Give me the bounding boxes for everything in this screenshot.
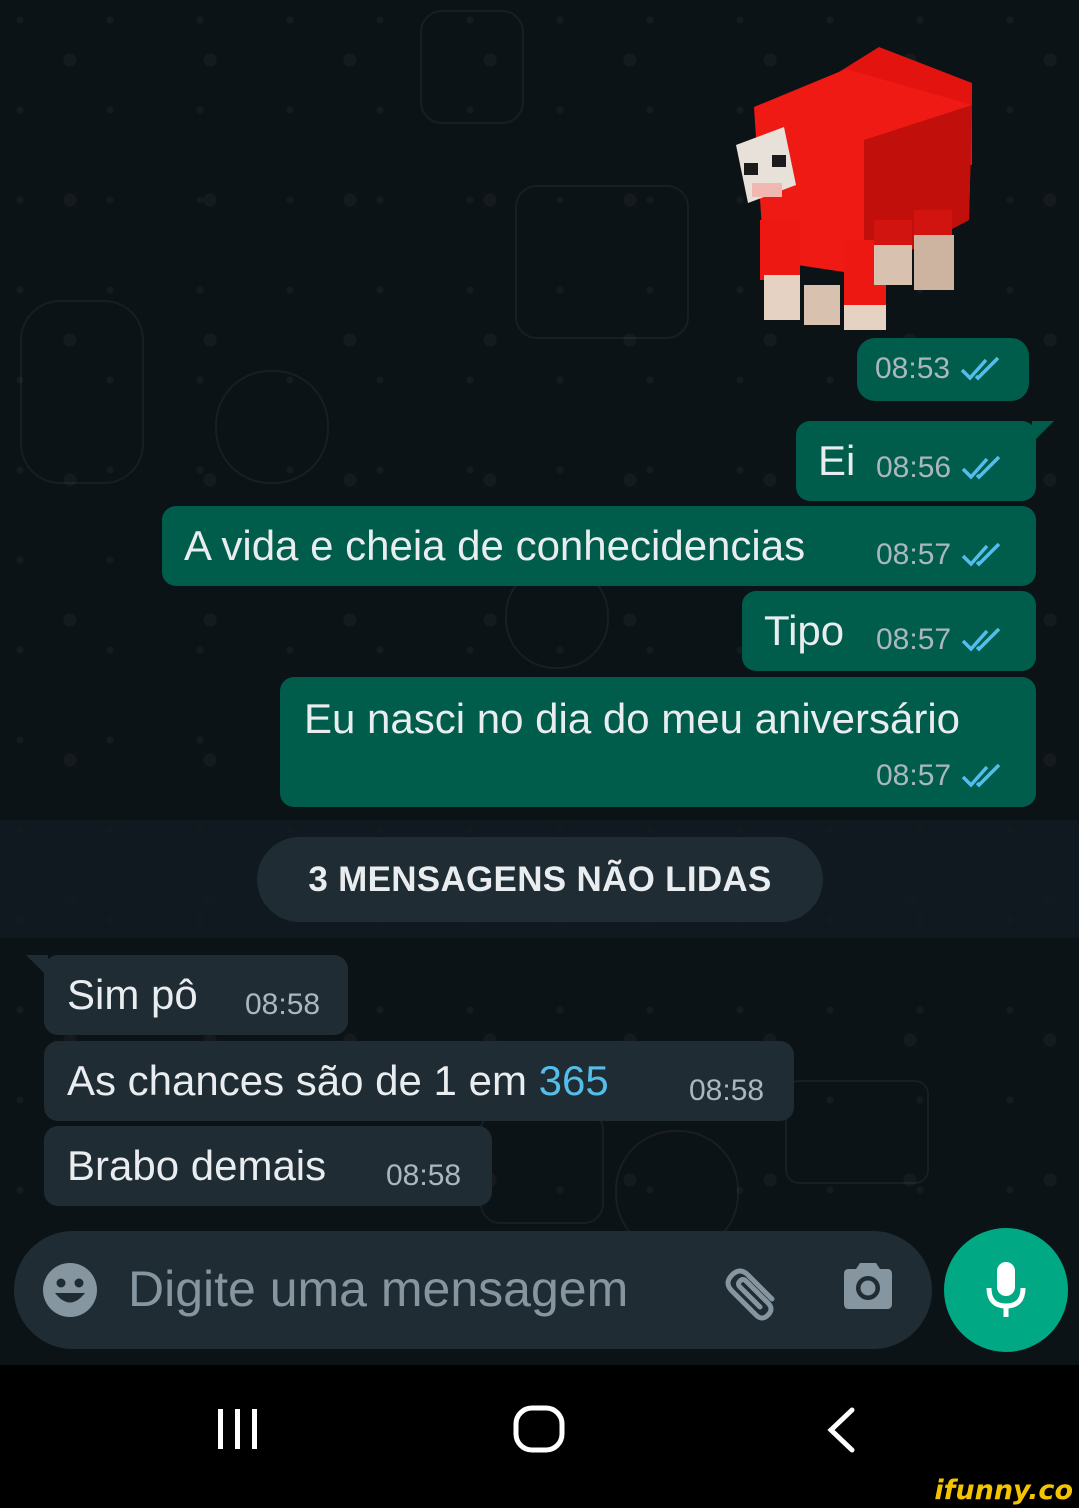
message-time: 08:57 — [876, 623, 952, 656]
incoming-message[interactable]: Sim pô 08:58 — [26, 955, 348, 1035]
mic-icon — [986, 1262, 1026, 1317]
message-text: Eu nasci no dia do meu aniversário — [304, 695, 961, 742]
watermark: ifunny.co — [934, 1475, 1073, 1506]
message-text: Brabo demais — [67, 1142, 327, 1189]
doodle-backpack — [20, 300, 144, 484]
message-time: 08:58 — [386, 1159, 462, 1192]
read-ticks-icon — [961, 455, 1001, 480]
doodle-clock — [785, 1080, 929, 1184]
incoming-message[interactable]: Brabo demais 08:58 — [44, 1126, 492, 1206]
doodle-phone — [420, 10, 524, 124]
bubble-tail — [1032, 421, 1054, 443]
phone-number-link[interactable]: 365 — [539, 1057, 609, 1104]
camera-icon[interactable] — [840, 1260, 896, 1312]
outgoing-message[interactable]: Eu nasci no dia do meu aniversário 08:57 — [280, 677, 1036, 807]
message-time: 08:57 — [876, 538, 952, 571]
message-text: As chances são de 1 em — [67, 1057, 539, 1104]
outgoing-message[interactable]: A vida e cheia de conhecidencias 08:57 — [162, 506, 1036, 586]
message-input-bar[interactable]: Digite uma mensagem — [14, 1231, 932, 1349]
message-time: 08:58 — [245, 988, 321, 1021]
message-text: Ei — [818, 437, 856, 484]
message-time: 08:56 — [876, 451, 952, 484]
bubble-tail — [26, 955, 48, 977]
read-ticks-icon — [961, 627, 1001, 652]
message-text: Sim pô — [67, 971, 198, 1018]
voice-message-button[interactable] — [944, 1228, 1068, 1352]
unread-messages-label: 3 MENSAGENS NÃO LIDAS — [257, 837, 823, 922]
read-ticks-icon — [960, 356, 1000, 381]
back-icon[interactable] — [824, 1407, 858, 1453]
outgoing-message[interactable]: Tipo 08:57 — [742, 591, 1036, 671]
sheep-sticker[interactable] — [724, 45, 974, 330]
doodle-radio — [515, 185, 689, 339]
home-icon[interactable] — [513, 1405, 565, 1453]
message-input-placeholder[interactable]: Digite uma mensagem — [128, 1264, 628, 1314]
message-time: 08:53 — [875, 352, 951, 385]
read-ticks-icon — [961, 542, 1001, 567]
emoji-icon[interactable] — [42, 1262, 98, 1318]
message-time: 08:58 — [689, 1074, 765, 1107]
message-time: 08:57 — [876, 759, 952, 792]
attach-icon[interactable] — [720, 1261, 784, 1321]
recent-apps-icon[interactable] — [216, 1407, 260, 1451]
system-navigation-bar: ifunny.co — [0, 1365, 1079, 1508]
sticker-time-badge: 08:53 — [857, 338, 1029, 401]
chat-area: 08:53 Ei 08:56 A vida e cheia de conheci… — [0, 0, 1079, 1365]
doodle-play — [480, 1110, 604, 1224]
message-text: Tipo — [764, 607, 845, 654]
outgoing-message[interactable]: Ei 08:56 — [796, 421, 1054, 501]
message-text: A vida e cheia de conhecidencias — [184, 522, 806, 569]
doodle-smiley — [215, 370, 329, 484]
read-ticks-icon — [961, 763, 1001, 788]
incoming-message[interactable]: As chances são de 1 em 365 08:58 — [44, 1041, 794, 1121]
